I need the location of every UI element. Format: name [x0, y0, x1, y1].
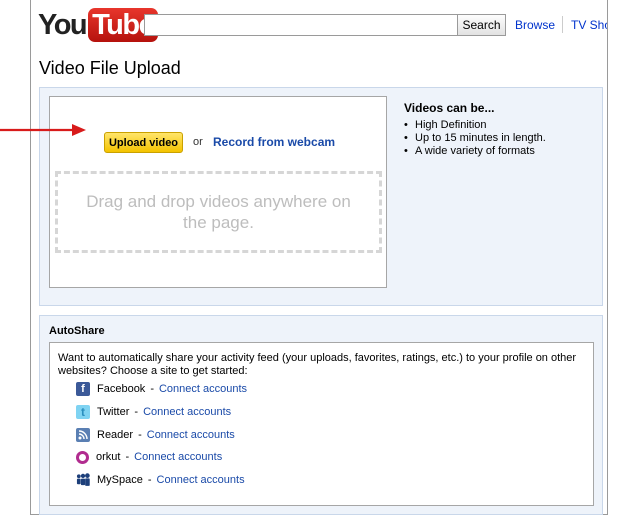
connect-accounts-link-reader[interactable]: Connect accounts: [147, 429, 235, 441]
drag-drop-text: Drag and drop videos anywhere on the pag…: [86, 192, 351, 232]
separator: -: [138, 429, 142, 441]
page-title: Video File Upload: [39, 58, 181, 78]
service-name: Twitter: [97, 406, 130, 418]
videos-info-title: Videos can be...: [404, 101, 495, 115]
connect-accounts-link-orkut[interactable]: Connect accounts: [134, 451, 222, 463]
nav-divider: [562, 16, 563, 33]
service-name: orkut: [96, 451, 121, 463]
autoshare-row-facebook: f Facebook - Connect accounts: [76, 381, 247, 397]
separator: -: [150, 383, 154, 395]
info-item: High Definition: [404, 119, 546, 132]
twitter-icon: t: [76, 405, 90, 419]
search-input[interactable]: [144, 14, 458, 36]
service-name: Facebook: [97, 383, 146, 395]
myspace-icon: [76, 473, 90, 487]
record-from-webcam-link[interactable]: Record from webcam: [213, 135, 335, 149]
connect-accounts-link-twitter[interactable]: Connect accounts: [143, 406, 231, 418]
upload-video-button[interactable]: Upload video: [104, 132, 183, 153]
separator: -: [134, 406, 139, 418]
connect-accounts-link-myspace[interactable]: Connect accounts: [157, 474, 245, 486]
autoshare-row-orkut: orkut - Connect accounts: [76, 449, 222, 465]
nav-tv-shows-link[interactable]: TV Shows: [571, 18, 607, 32]
autoshare-row-myspace: MySpace - Connect accounts: [76, 472, 245, 488]
info-item: Up to 15 minutes in length.: [404, 132, 546, 145]
logo-you-text: You: [38, 8, 88, 41]
videos-info-list: High Definition Up to 15 minutes in leng…: [404, 119, 546, 158]
reader-icon: [76, 428, 90, 442]
separator: -: [125, 451, 130, 463]
autoshare-row-reader: Reader - Connect accounts: [76, 427, 235, 443]
info-item: A wide variety of formats: [404, 145, 546, 158]
autoshare-description: Want to automatically share your activit…: [58, 352, 577, 377]
red-arrow-icon: [0, 124, 86, 136]
connect-accounts-link-facebook[interactable]: Connect accounts: [159, 383, 247, 395]
youtube-logo[interactable]: You Tube: [38, 8, 159, 42]
or-text: or: [193, 136, 203, 148]
drag-drop-zone[interactable]: Drag and drop videos anywhere on the pag…: [55, 171, 382, 253]
autoshare-title: AutoShare: [49, 325, 105, 337]
nav-browse-link[interactable]: Browse: [515, 18, 555, 32]
autoshare-row-twitter: t Twitter - Connect accounts: [76, 404, 231, 420]
search-button[interactable]: Search: [457, 14, 506, 36]
separator: -: [147, 474, 152, 486]
service-name: MySpace: [97, 474, 143, 486]
orkut-icon: [76, 450, 89, 464]
service-name: Reader: [97, 429, 134, 441]
facebook-icon: f: [76, 382, 90, 396]
